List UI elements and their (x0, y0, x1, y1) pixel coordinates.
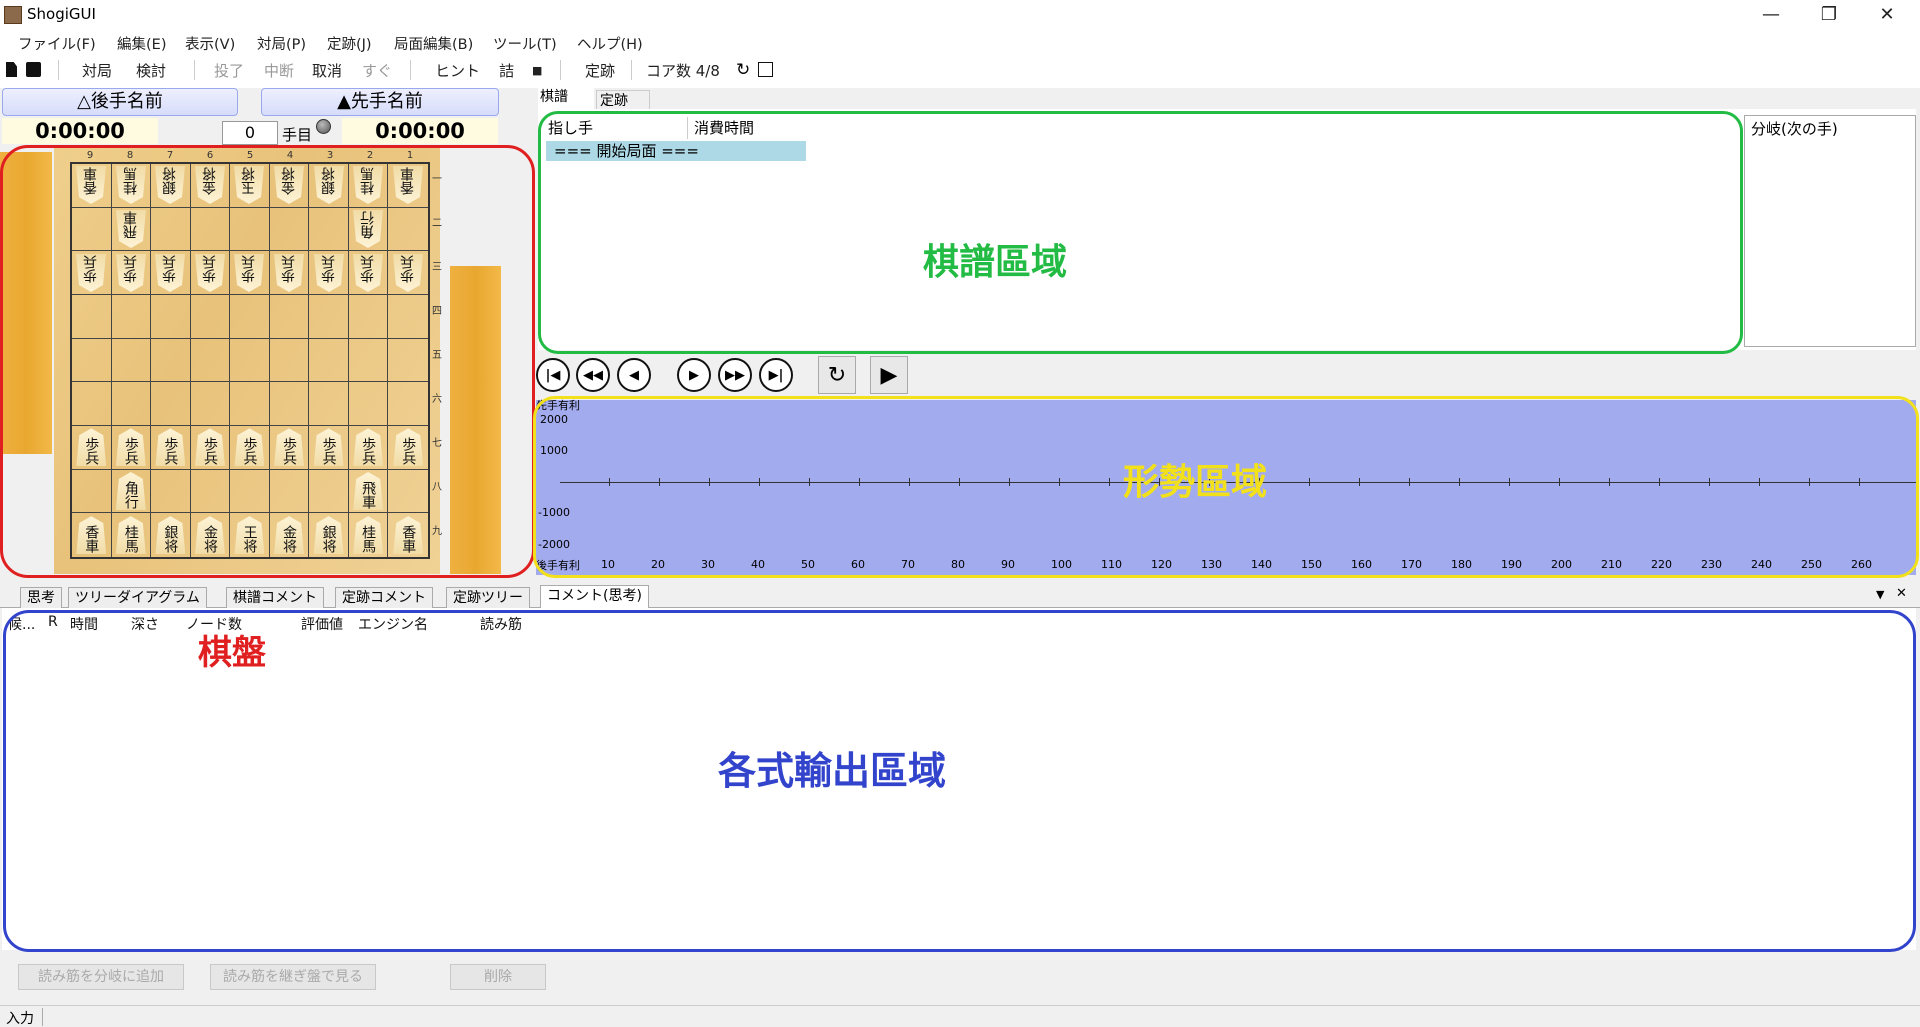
tab-kifu-comment[interactable]: 棋譜コメント (226, 587, 324, 608)
toolbar-separator (58, 60, 59, 80)
joseki-button[interactable]: 定跡 (585, 60, 615, 81)
undo-button[interactable]: 取消 (312, 60, 342, 81)
tab-kifu[interactable]: 棋譜 (538, 87, 594, 109)
tab-tree-diagram[interactable]: ツリーダイアグラム (68, 587, 207, 608)
menu-edit[interactable]: 編集(E) (117, 33, 166, 54)
save-icon[interactable] (26, 62, 41, 77)
add-to-branch-button[interactable]: 読み筋を分岐に追加 (18, 964, 184, 990)
core-count-label: コア数 4/8 (646, 62, 720, 80)
branch-header: 分岐(次の手) (1751, 120, 1838, 138)
tab-comment-thinking[interactable]: コメント(思考) (540, 585, 649, 609)
suspend-button[interactable]: 中断 (264, 60, 294, 81)
graph-annotation-label: 形勢區域 (1123, 462, 1268, 503)
dropdown-icon[interactable]: ▼ (1876, 588, 1884, 601)
status-text: 入力 (6, 1011, 34, 1027)
tab-joseki[interactable]: 定跡 (596, 90, 650, 109)
view-in-board-button[interactable]: 読み筋を継ぎ盤で見る (210, 964, 376, 990)
tab-joseki-comment[interactable]: 定跡コメント (335, 587, 433, 608)
sente-clock: 0:00:00 (342, 118, 498, 144)
move-now-button[interactable]: すぐ (362, 60, 392, 81)
play-icon[interactable]: ▶ (870, 356, 908, 394)
board-annotation-label: 棋盤 (198, 633, 266, 673)
menu-game[interactable]: 対局(P) (257, 33, 306, 54)
menu-view[interactable]: 表示(V) (185, 33, 235, 54)
move-number-input[interactable]: 0 (222, 121, 278, 145)
first-move-icon[interactable]: |◀ (536, 358, 570, 392)
branch-list[interactable]: 分岐(次の手) (1744, 115, 1916, 347)
toolbar-separator (410, 60, 411, 80)
board-annotation-frame (0, 145, 535, 578)
menu-position-edit[interactable]: 局面編集(B) (394, 33, 473, 54)
hint-button[interactable]: ヒント (435, 60, 480, 81)
refresh-icon[interactable]: ↻ (736, 60, 750, 80)
tab-thinking[interactable]: 思考 (20, 587, 62, 608)
close-button[interactable]: ✕ (1858, 0, 1916, 30)
sente-name[interactable]: ▲先手名前 (261, 88, 499, 116)
status-separator (42, 1008, 43, 1026)
kifu-annotation-frame (538, 111, 1743, 354)
tab-joseki-tree[interactable]: 定跡ツリー (446, 587, 530, 608)
menu-tools[interactable]: ツール(T) (493, 33, 557, 54)
menu-file[interactable]: ファイル(F) (18, 33, 96, 54)
delete-button[interactable]: 削除 (450, 964, 546, 990)
gote-clock: 0:00:00 (2, 118, 158, 144)
app-icon (4, 6, 22, 24)
menu-joseki[interactable]: 定跡(J) (327, 33, 372, 54)
forward-many-icon[interactable]: ▶▶ (718, 358, 752, 392)
title-bar (0, 0, 1920, 30)
kento-button[interactable]: 検討 (136, 60, 166, 81)
output-annotation-label: 各式輸出區域 (718, 749, 947, 793)
kifu-annotation-label: 棋譜區域 (923, 242, 1068, 283)
toolbar-separator (560, 60, 561, 80)
close-panel-icon[interactable]: ✕ (1896, 586, 1907, 601)
minimize-button[interactable]: — (1742, 0, 1800, 30)
restore-button[interactable]: ❐ (1800, 0, 1858, 30)
back-icon[interactable]: ◀ (617, 358, 651, 392)
mate-button[interactable]: 詰 (499, 60, 514, 81)
turn-indicator (316, 119, 331, 134)
menu-help[interactable]: ヘルプ(H) (577, 33, 643, 54)
last-move-icon[interactable]: ▶| (759, 358, 793, 392)
move-unit-label: 手目 (282, 126, 313, 144)
checkbox-icon[interactable] (758, 62, 773, 77)
taikyoku-button[interactable]: 対局 (82, 60, 112, 81)
gote-name[interactable]: △後手名前 (2, 88, 238, 116)
toolbar-separator (194, 60, 195, 80)
status-bar (0, 1005, 1920, 1027)
toolbar-separator (631, 60, 632, 80)
resign-button[interactable]: 投了 (214, 60, 244, 81)
stop-icon[interactable]: ■ (532, 64, 542, 77)
window-title: ShogiGUI (27, 5, 96, 23)
back-many-icon[interactable]: ◀◀ (576, 358, 610, 392)
forward-icon[interactable]: ▶ (677, 358, 711, 392)
output-annotation-frame (3, 610, 1916, 952)
flip-board-icon[interactable]: ↻ (818, 356, 856, 394)
